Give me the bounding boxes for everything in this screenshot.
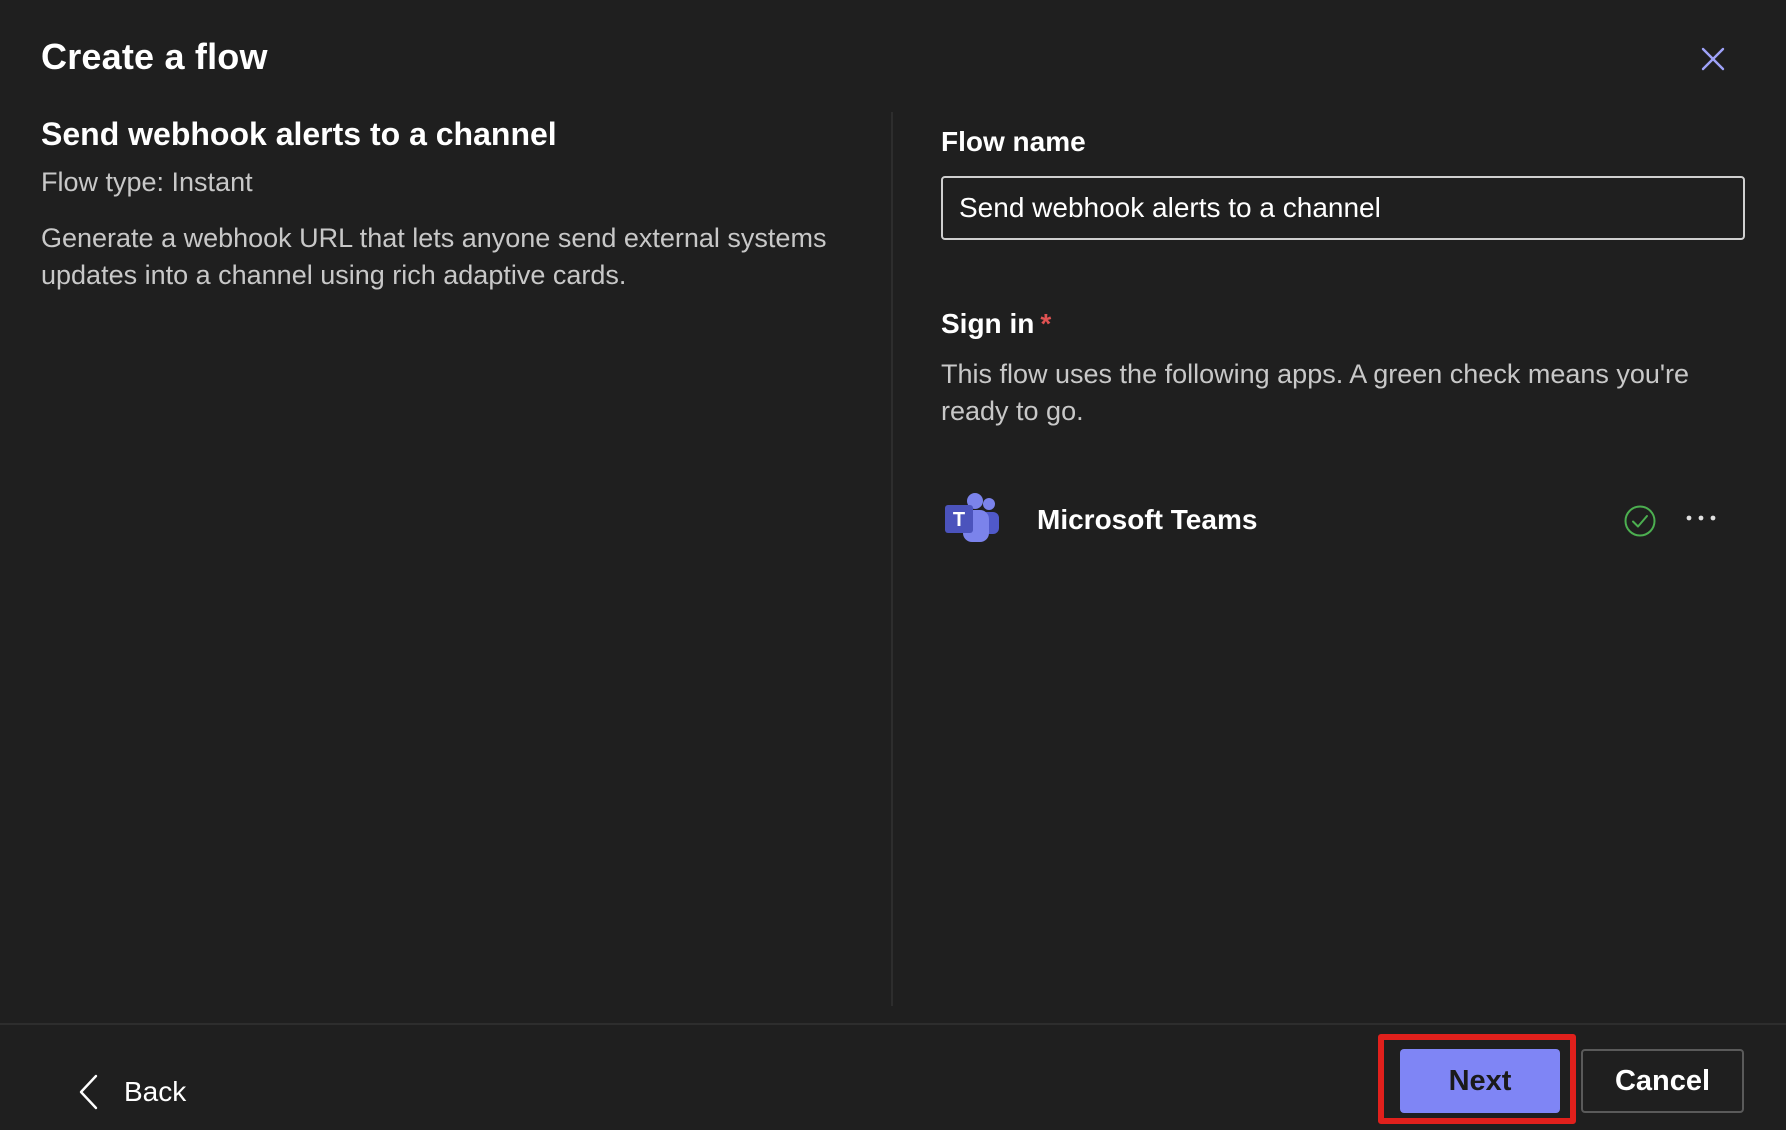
- back-button[interactable]: Back: [76, 1067, 186, 1117]
- app-connection-row: T Microsoft Teams: [941, 486, 1745, 556]
- chevron-left-icon: [79, 1074, 98, 1110]
- template-details-pane: Send webhook alerts to a channel Flow ty…: [41, 110, 861, 294]
- green-check-icon: [1623, 504, 1657, 538]
- app-name: Microsoft Teams: [1037, 504, 1258, 535]
- flow-form-pane: Flow name Sign in* This flow uses the fo…: [941, 120, 1745, 556]
- flow-type-label: Flow type: Instant: [41, 167, 253, 197]
- pane-divider: [891, 112, 893, 1006]
- microsoft-teams-icon: T: [941, 488, 1005, 552]
- cancel-button[interactable]: Cancel: [1581, 1049, 1744, 1113]
- close-icon[interactable]: [1696, 42, 1730, 76]
- template-title: Send webhook alerts to a channel: [41, 116, 557, 152]
- back-label: Back: [124, 1076, 187, 1107]
- more-options-icon[interactable]: [1679, 504, 1723, 534]
- required-marker: *: [1040, 308, 1052, 339]
- sign-in-description: This flow uses the following apps. A gre…: [941, 359, 1690, 426]
- template-description: Generate a webhook URL that lets anyone …: [41, 223, 827, 290]
- next-button[interactable]: Next: [1400, 1049, 1560, 1113]
- dialog-title: Create a flow: [41, 36, 268, 77]
- sign-in-label-text: Sign in: [941, 308, 1035, 339]
- create-flow-dialog: Create a flow Send webhook alerts to a c…: [0, 0, 1786, 1130]
- flow-name-input[interactable]: [941, 176, 1745, 240]
- flow-name-label: Flow name: [941, 126, 1086, 157]
- svg-text:T: T: [953, 509, 965, 531]
- sign-in-label: Sign in *: [941, 302, 1745, 346]
